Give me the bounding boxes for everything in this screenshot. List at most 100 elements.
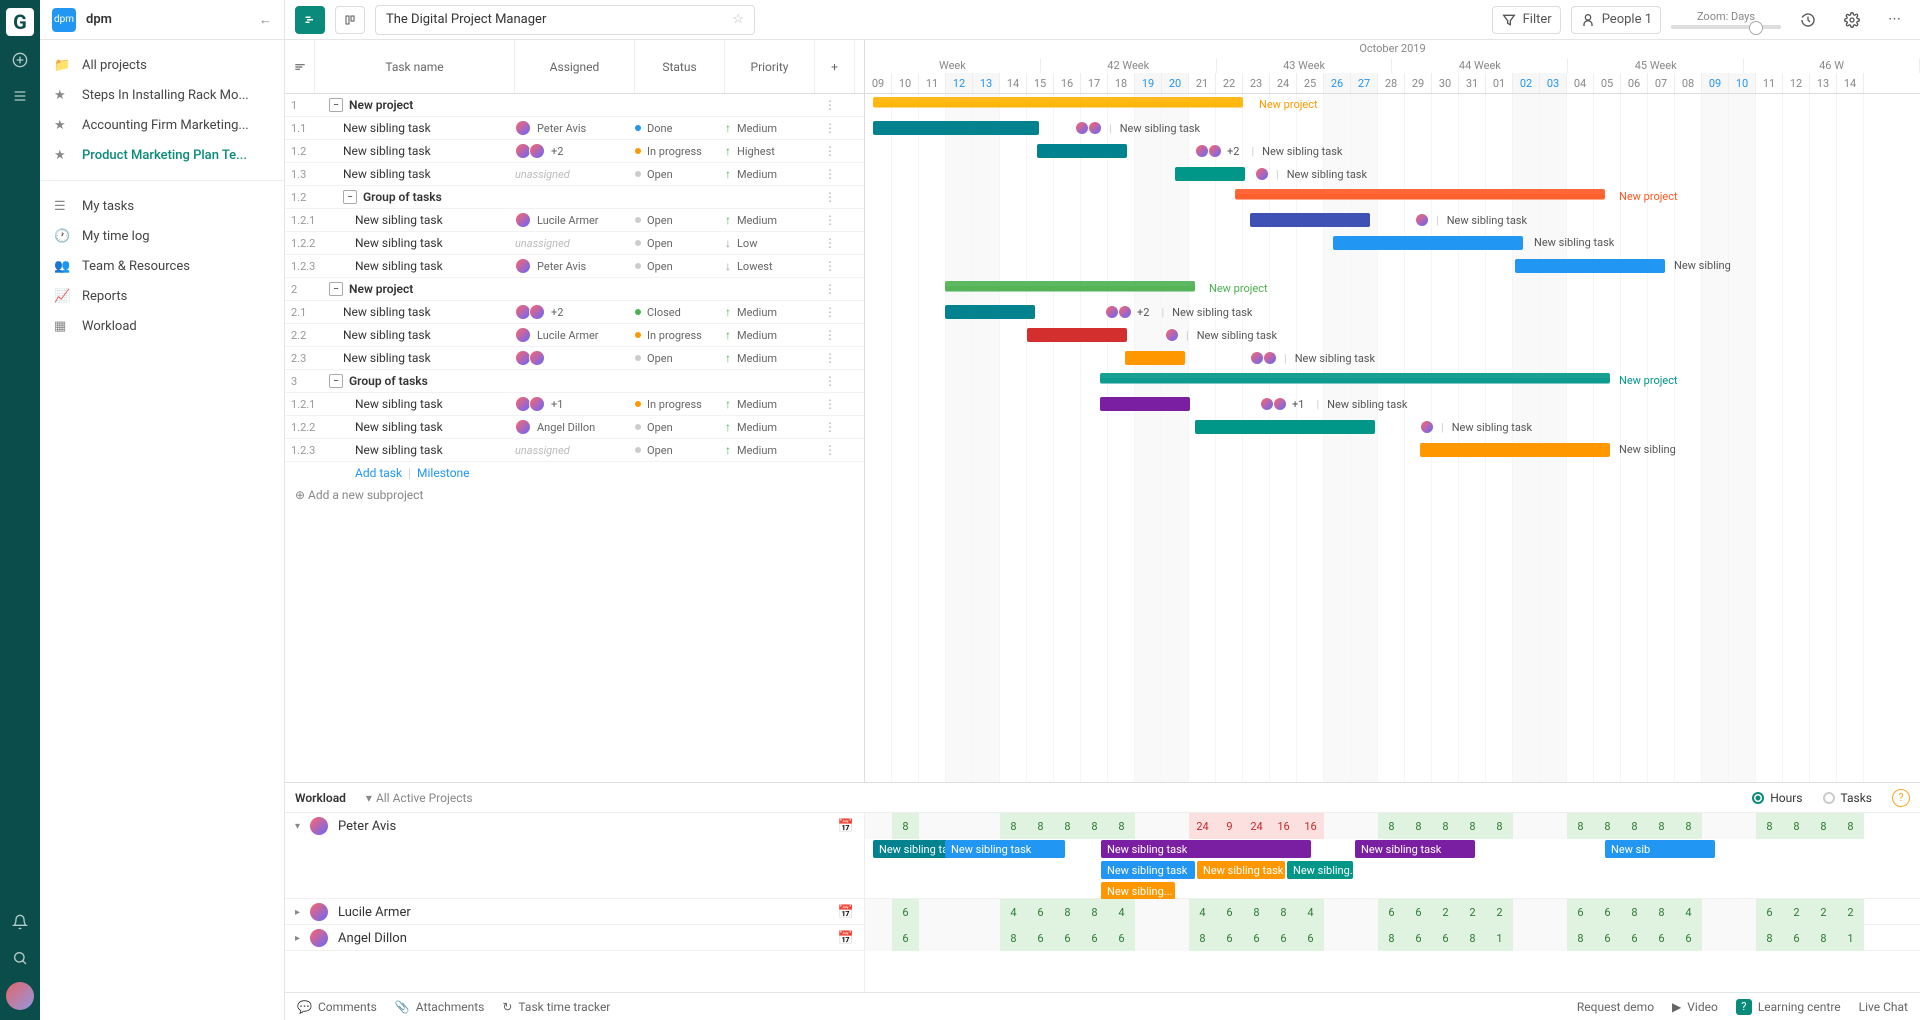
row-menu-icon[interactable]: ⋮ bbox=[815, 190, 845, 204]
sidebar-nav-workload[interactable]: ▦ Workload bbox=[40, 311, 284, 341]
task-row[interactable]: 1.2.1 New sibling task Lucile Armer Open… bbox=[285, 209, 864, 232]
status-cell[interactable]: Closed bbox=[635, 306, 725, 319]
mode-hours[interactable]: Hours bbox=[1752, 791, 1802, 805]
back-icon[interactable]: ← bbox=[259, 12, 272, 28]
workload-task-bar[interactable]: New sibling task bbox=[1197, 861, 1285, 879]
gantt-group-bar[interactable] bbox=[945, 281, 1195, 291]
row-menu-icon[interactable]: ⋮ bbox=[815, 443, 845, 457]
col-expand[interactable] bbox=[285, 40, 315, 93]
more-icon[interactable]: ⋯ bbox=[1879, 6, 1910, 34]
workload-person[interactable]: ▸ Lucile Armer 📅 bbox=[285, 899, 864, 925]
user-avatar[interactable] bbox=[6, 982, 34, 1010]
menu-icon[interactable] bbox=[8, 84, 32, 108]
gantt-bar[interactable] bbox=[1250, 213, 1370, 227]
priority-cell[interactable]: ↑Medium bbox=[725, 305, 815, 319]
col-add[interactable]: + bbox=[815, 40, 855, 93]
row-menu-icon[interactable]: ⋮ bbox=[815, 420, 845, 434]
task-row[interactable]: 1 − New project ⋮ bbox=[285, 94, 864, 117]
status-cell[interactable]: In progress bbox=[635, 329, 725, 342]
priority-cell[interactable]: ↑Medium bbox=[725, 351, 815, 365]
add-subproject[interactable]: ⊕ Add a new subproject bbox=[285, 484, 864, 506]
footer-demo[interactable]: Request demo bbox=[1577, 1000, 1654, 1014]
priority-cell[interactable]: ↑Medium bbox=[725, 213, 815, 227]
search-icon[interactable] bbox=[8, 946, 32, 970]
workload-task-bar[interactable]: New sibling task bbox=[1101, 840, 1311, 858]
priority-cell[interactable]: ↑Medium bbox=[725, 167, 815, 181]
status-cell[interactable]: Open bbox=[635, 168, 725, 181]
task-row[interactable]: 1.2.2 New sibling task Angel Dillon Open… bbox=[285, 416, 864, 439]
gantt-bar[interactable] bbox=[1175, 167, 1245, 181]
zoom-control[interactable]: Zoom: Days bbox=[1671, 10, 1781, 29]
footer-chat[interactable]: Live Chat bbox=[1859, 1000, 1908, 1014]
add-milestone-link[interactable]: Milestone bbox=[417, 466, 470, 480]
workload-task-bar[interactable]: New sibling... bbox=[1101, 882, 1175, 900]
expand-icon[interactable]: ▾ bbox=[295, 821, 300, 832]
col-assigned[interactable]: Assigned bbox=[515, 40, 635, 93]
sidebar-project-2[interactable]: ★ Product Marketing Plan Te... bbox=[40, 140, 284, 170]
task-row[interactable]: 1.2.1 New sibling task +1 In progress ↑M… bbox=[285, 393, 864, 416]
view-gantt-button[interactable] bbox=[295, 6, 325, 34]
row-menu-icon[interactable]: ⋮ bbox=[815, 121, 845, 135]
calendar-icon[interactable]: 📅 bbox=[838, 931, 854, 946]
task-row[interactable]: 2 − New project ⋮ bbox=[285, 278, 864, 301]
app-logo[interactable]: G bbox=[6, 8, 34, 36]
priority-cell[interactable]: ↓Lowest bbox=[725, 259, 815, 273]
view-board-button[interactable] bbox=[335, 6, 365, 34]
row-menu-icon[interactable]: ⋮ bbox=[815, 328, 845, 342]
sidebar-project-0[interactable]: ★ Steps In Installing Rack Mo... bbox=[40, 80, 284, 110]
footer-comments[interactable]: 💬 Comments bbox=[297, 1000, 377, 1014]
row-menu-icon[interactable]: ⋮ bbox=[815, 374, 845, 388]
assignee-cell[interactable]: Peter Avis bbox=[515, 120, 635, 136]
priority-cell[interactable]: ↓Low bbox=[725, 236, 815, 250]
task-row[interactable]: 1.2.3 New sibling task Peter Avis Open ↓… bbox=[285, 255, 864, 278]
status-cell[interactable]: Done bbox=[635, 122, 725, 135]
gantt-bar[interactable] bbox=[945, 305, 1035, 319]
assignee-cell[interactable]: +2 bbox=[515, 304, 635, 320]
footer-tracker[interactable]: ↻ Task time tracker bbox=[502, 1000, 610, 1014]
sidebar-all-projects[interactable]: 📁 All projects bbox=[40, 50, 284, 80]
footer-video[interactable]: ▶ Video bbox=[1672, 1000, 1718, 1014]
row-menu-icon[interactable]: ⋮ bbox=[815, 144, 845, 158]
people-button[interactable]: People 1 bbox=[1571, 6, 1661, 34]
history-icon[interactable] bbox=[1791, 6, 1825, 34]
task-row[interactable]: 1.2 New sibling task +2 In progress ↑Hig… bbox=[285, 140, 864, 163]
collapse-icon[interactable]: − bbox=[329, 282, 343, 296]
row-menu-icon[interactable]: ⋮ bbox=[815, 213, 845, 227]
footer-learning[interactable]: ? Learning centre bbox=[1736, 999, 1841, 1015]
project-title-input[interactable]: The Digital Project Manager ☆ bbox=[375, 5, 755, 35]
gantt-bar[interactable] bbox=[1037, 144, 1127, 158]
expand-icon[interactable]: ▸ bbox=[295, 907, 300, 918]
collapse-icon[interactable]: − bbox=[329, 98, 343, 112]
row-menu-icon[interactable]: ⋮ bbox=[815, 397, 845, 411]
assignee-cell[interactable]: unassigned bbox=[515, 168, 635, 181]
status-cell[interactable]: Open bbox=[635, 214, 725, 227]
status-cell[interactable]: Open bbox=[635, 237, 725, 250]
task-row[interactable]: 1.1 New sibling task Peter Avis Done ↑Me… bbox=[285, 117, 864, 140]
task-row[interactable]: 2.3 New sibling task Open ↑Medium ⋮ bbox=[285, 347, 864, 370]
status-cell[interactable]: Open bbox=[635, 352, 725, 365]
add-task-row[interactable]: Add task | Milestone bbox=[285, 462, 864, 484]
col-status[interactable]: Status bbox=[635, 40, 725, 93]
sidebar-nav-my tasks[interactable]: ☰ My tasks bbox=[40, 191, 284, 221]
row-menu-icon[interactable]: ⋮ bbox=[815, 351, 845, 365]
workload-task-bar[interactable]: New sibling task bbox=[1355, 840, 1475, 858]
workload-person[interactable]: ▾ Peter Avis 📅 bbox=[285, 813, 864, 839]
gantt-bar[interactable] bbox=[1100, 397, 1190, 411]
add-task-link[interactable]: Add task bbox=[355, 466, 402, 480]
workload-filter[interactable]: ▾ All Active Projects bbox=[366, 791, 473, 805]
priority-cell[interactable]: ↑Medium bbox=[725, 420, 815, 434]
mode-tasks[interactable]: Tasks bbox=[1823, 791, 1873, 805]
status-cell[interactable]: Open bbox=[635, 421, 725, 434]
row-menu-icon[interactable]: ⋮ bbox=[815, 305, 845, 319]
gantt-group-bar[interactable] bbox=[873, 97, 1243, 107]
workload-task-bar[interactable]: New sibling task bbox=[945, 840, 1065, 858]
gantt-bar[interactable] bbox=[1027, 328, 1127, 342]
row-menu-icon[interactable]: ⋮ bbox=[815, 167, 845, 181]
zoom-slider[interactable] bbox=[1671, 25, 1781, 29]
add-icon[interactable] bbox=[8, 48, 32, 72]
gantt-bar[interactable] bbox=[1515, 259, 1665, 273]
status-cell[interactable]: In progress bbox=[635, 398, 725, 411]
col-task-name[interactable]: Task name bbox=[315, 40, 515, 93]
gantt-group-bar[interactable] bbox=[1100, 373, 1610, 383]
row-menu-icon[interactable]: ⋮ bbox=[815, 282, 845, 296]
